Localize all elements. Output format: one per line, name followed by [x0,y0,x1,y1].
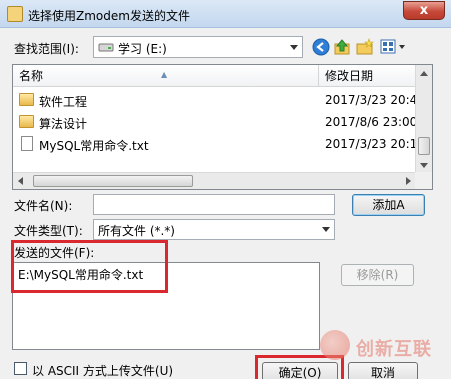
close-button[interactable]: x [403,1,445,20]
scroll-thumb[interactable] [418,137,430,155]
brand-logo-icon [320,330,350,360]
highlight-box [11,240,168,293]
column-header-name[interactable]: 名称 ▲ [13,65,319,87]
title-bar: 选择使用Zmodem发送的文件 x [0,0,451,28]
filetype-dropdown[interactable]: 所有文件 (*.*) [93,219,335,240]
file-list[interactable]: 名称 ▲ 修改日期 软件工程 2017/3/23 20:40 算法设计 2017… [12,64,433,190]
scroll-down-icon[interactable] [420,163,428,168]
chevron-down-icon [322,227,330,232]
column-name-label: 名称 [19,69,44,83]
file-date: 2017/8/6 23:00 [325,115,418,129]
folder-icon [19,93,34,106]
scroll-corner [415,172,432,189]
folder-icon [19,115,34,128]
window-title: 选择使用Zmodem发送的文件 [28,9,190,23]
filename-input[interactable] [93,194,335,215]
scroll-thumb[interactable] [33,175,193,187]
lookin-label: 查找范围(I): [14,42,79,56]
column-date-label: 修改日期 [325,69,374,83]
add-button[interactable]: 添加A [352,194,425,216]
watermark-text: 创新互联 [356,339,432,360]
view-menu-icon[interactable] [380,38,410,56]
app-icon [7,6,23,22]
sort-ascending-icon: ▲ [161,70,168,79]
filename-label: 文件名(N): [14,199,73,213]
file-date: 2017/3/23 20:12 [325,137,425,151]
drive-icon [98,40,114,54]
watermark-logo: 创新互联 [316,326,451,368]
file-name: 软件工程 [39,95,88,109]
filetype-label: 文件类型(T): [14,224,83,238]
column-header-date[interactable]: 修改日期 [319,65,417,87]
list-item[interactable]: 软件工程 2017/3/23 20:40 [13,89,425,111]
up-folder-icon[interactable] [334,38,352,56]
scroll-left-icon[interactable] [18,177,23,185]
chevron-down-icon [290,45,298,50]
filetype-value: 所有文件 (*.*) [98,224,175,238]
back-icon[interactable] [312,38,330,56]
lookin-dropdown[interactable]: 学习 (E:) [93,36,303,58]
remove-button[interactable]: 移除(R) [341,264,414,286]
list-item[interactable]: 算法设计 2017/8/6 23:00 [13,111,418,133]
text-file-icon [21,136,33,151]
horizontal-scrollbar[interactable] [13,172,417,189]
ascii-checkbox[interactable] [14,362,27,375]
vertical-scrollbar[interactable] [415,65,432,173]
file-name: 算法设计 [39,117,88,131]
file-date: 2017/3/23 20:40 [325,93,425,107]
list-item[interactable]: MySQL常用命令.txt 2017/3/23 20:12 [13,133,425,155]
lookin-value: 学习 (E:) [118,42,167,56]
file-name: MySQL常用命令.txt [39,139,149,153]
scroll-right-icon[interactable] [406,177,411,185]
new-folder-icon[interactable] [356,38,374,56]
scroll-up-icon[interactable] [420,71,428,76]
ascii-label: 以 ASCII 方式上传文件(U) [32,364,174,378]
